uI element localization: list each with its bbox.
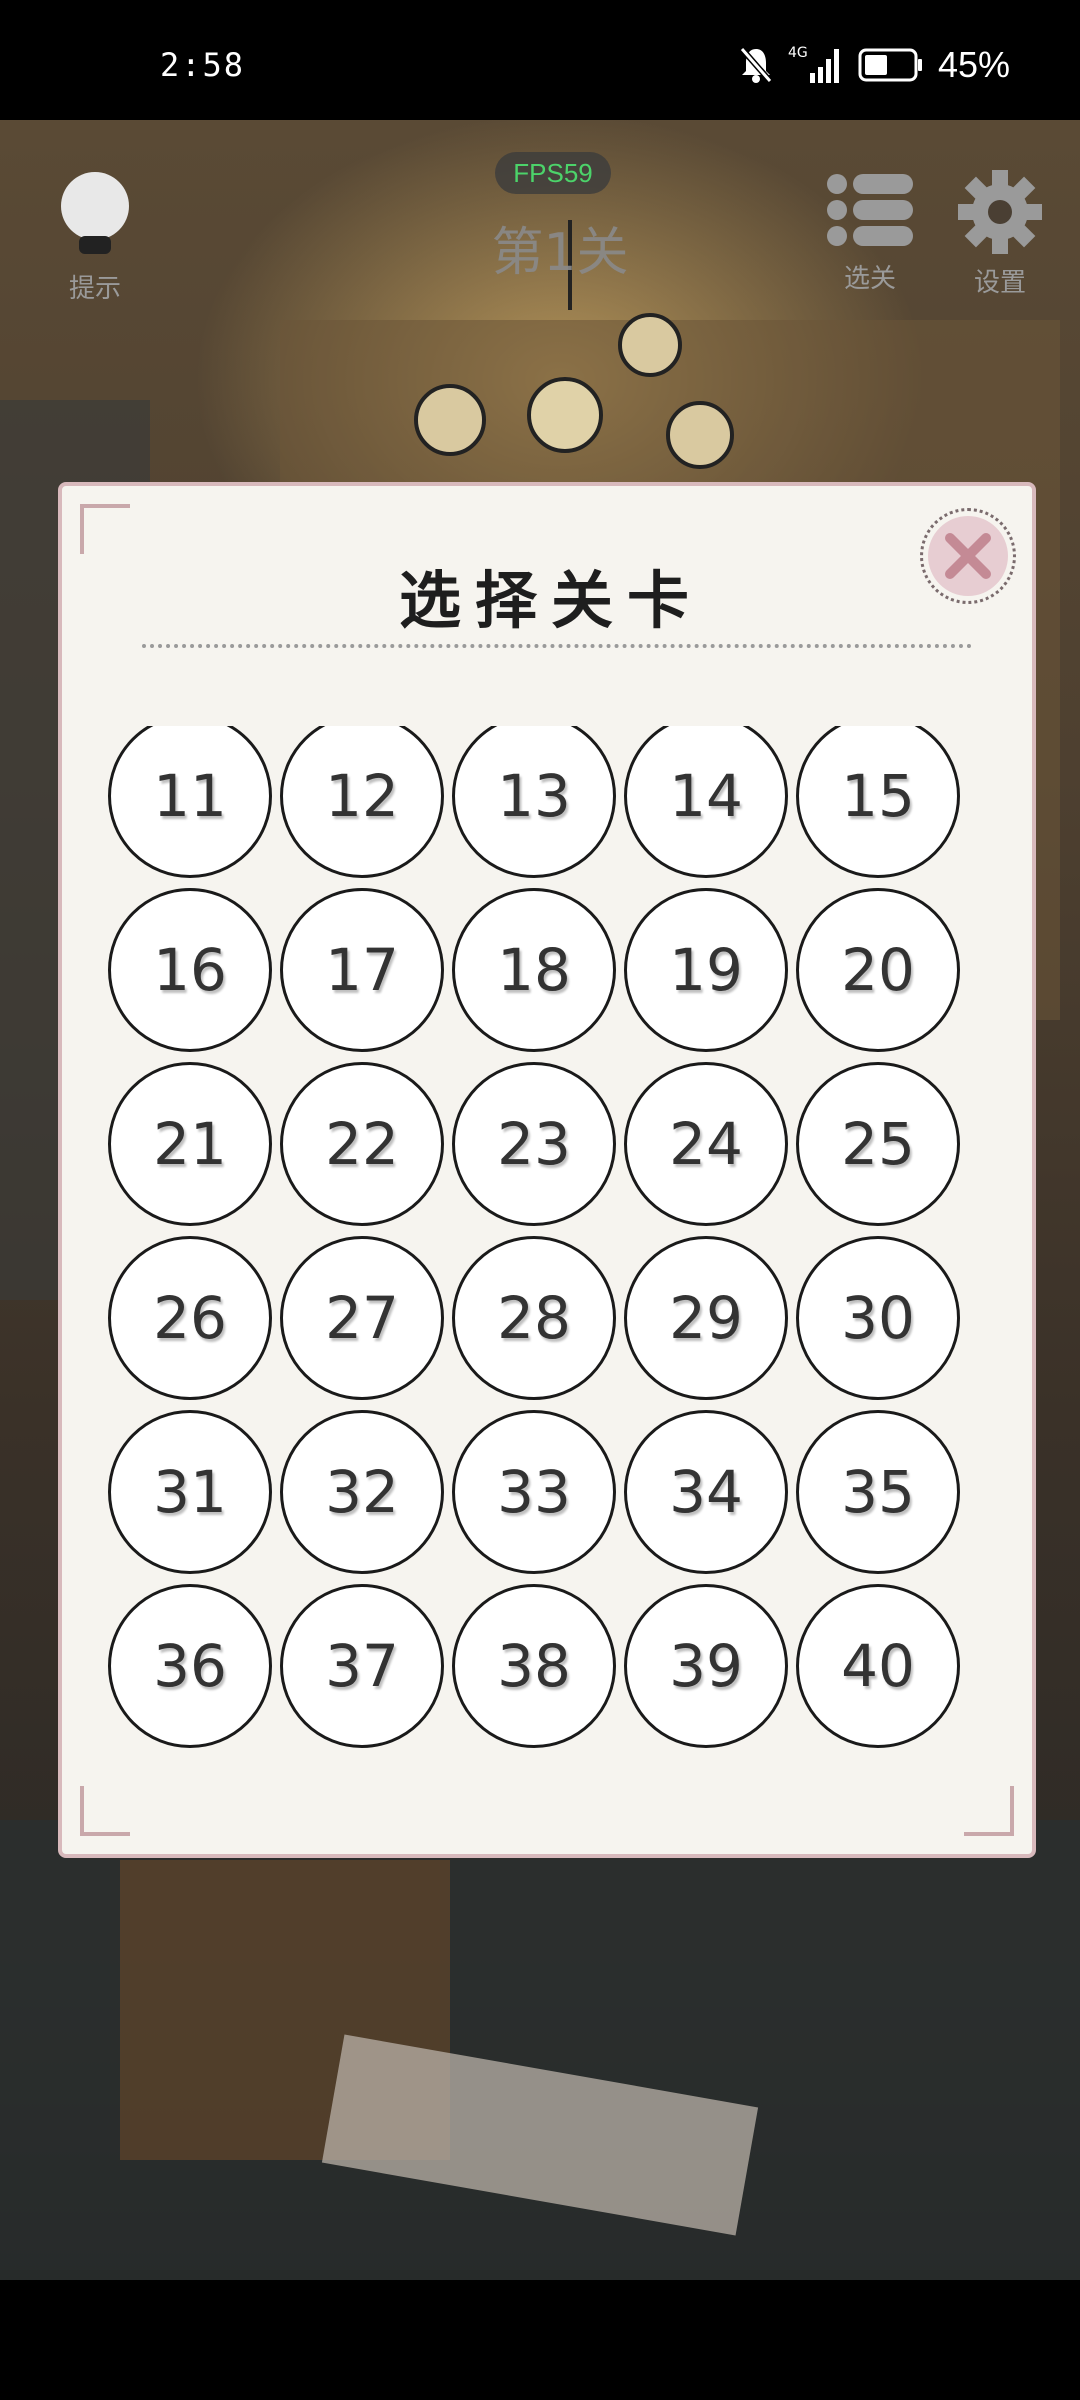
list-icon: [827, 174, 913, 246]
level-button-40[interactable]: 40: [796, 1584, 960, 1748]
level-button-27[interactable]: 27: [280, 1236, 444, 1400]
dialog-corner-top-left: [80, 504, 130, 554]
battery-percent: 45%: [937, 44, 1010, 85]
level-button-20[interactable]: 20: [796, 888, 960, 1052]
level-button-35[interactable]: 35: [796, 1410, 960, 1574]
level-button-29[interactable]: 29: [624, 1236, 788, 1400]
level-button-12[interactable]: 12: [280, 726, 444, 878]
level-button-19[interactable]: 19: [624, 888, 788, 1052]
level-button-23[interactable]: 23: [452, 1062, 616, 1226]
level-button-15[interactable]: 15: [796, 726, 960, 878]
close-icon: [945, 533, 991, 579]
gear-icon: [958, 170, 1042, 254]
mute-bell-icon: [739, 47, 773, 83]
level-button-30[interactable]: 30: [796, 1236, 960, 1400]
close-button-bg: [928, 516, 1008, 596]
level-button-33[interactable]: 33: [452, 1410, 616, 1574]
dialog-corner-bottom-right: [964, 1786, 1014, 1836]
lightbulb-icon: [61, 172, 129, 254]
battery-icon: [858, 48, 922, 82]
dialog-divider: [142, 644, 972, 648]
level-select-dialog: 选择关卡 11 12 13 14 15 16 17 18 19 20 21 22 23 24 25 26 27 2…: [58, 482, 1036, 1858]
level-button-36[interactable]: 36: [108, 1584, 272, 1748]
level-button-17[interactable]: 17: [280, 888, 444, 1052]
level-button-18[interactable]: 18: [452, 888, 616, 1052]
dialog-corner-bottom-left: [80, 1786, 130, 1836]
hint-label: 提示: [68, 274, 121, 304]
fps-counter: FPS59: [495, 152, 611, 194]
select-level-button[interactable]: 选关: [815, 170, 925, 295]
level-button-16[interactable]: 16: [108, 888, 272, 1052]
status-bar: 2:58 4G 45%: [0, 0, 1080, 120]
close-button[interactable]: [920, 508, 1016, 604]
level-button-31[interactable]: 31: [108, 1410, 272, 1574]
level-button-39[interactable]: 39: [624, 1584, 788, 1748]
level-button-11[interactable]: 11: [108, 726, 272, 878]
level-button-26[interactable]: 26: [108, 1236, 272, 1400]
cellular-signal-icon: 4G: [788, 45, 844, 85]
level-button-13[interactable]: 13: [452, 726, 616, 878]
settings-label: 设置: [973, 268, 1026, 298]
level-button-32[interactable]: 32: [280, 1410, 444, 1574]
status-time: 2:58: [160, 46, 246, 84]
settings-button[interactable]: 设置: [945, 170, 1055, 299]
status-icons: 4G 45%: [738, 40, 1010, 90]
level-button-21[interactable]: 21: [108, 1062, 272, 1226]
level-grid[interactable]: 11 12 13 14 15 16 17 18 19 20 21 22 23 24 25 26 27 28 29 30…: [108, 726, 988, 1776]
select-level-label: 选关: [843, 264, 896, 294]
hint-button[interactable]: 提示: [50, 170, 140, 305]
level-button-24[interactable]: 24: [624, 1062, 788, 1226]
level-button-25[interactable]: 25: [796, 1062, 960, 1226]
level-button-37[interactable]: 37: [280, 1584, 444, 1748]
level-button-38[interactable]: 38: [452, 1584, 616, 1748]
level-button-14[interactable]: 14: [624, 726, 788, 878]
current-level-title: 第1关: [491, 223, 629, 283]
level-button-34[interactable]: 34: [624, 1410, 788, 1574]
level-button-28[interactable]: 28: [452, 1236, 616, 1400]
level-button-22[interactable]: 22: [280, 1062, 444, 1226]
dialog-title: 选择关卡: [398, 564, 703, 637]
